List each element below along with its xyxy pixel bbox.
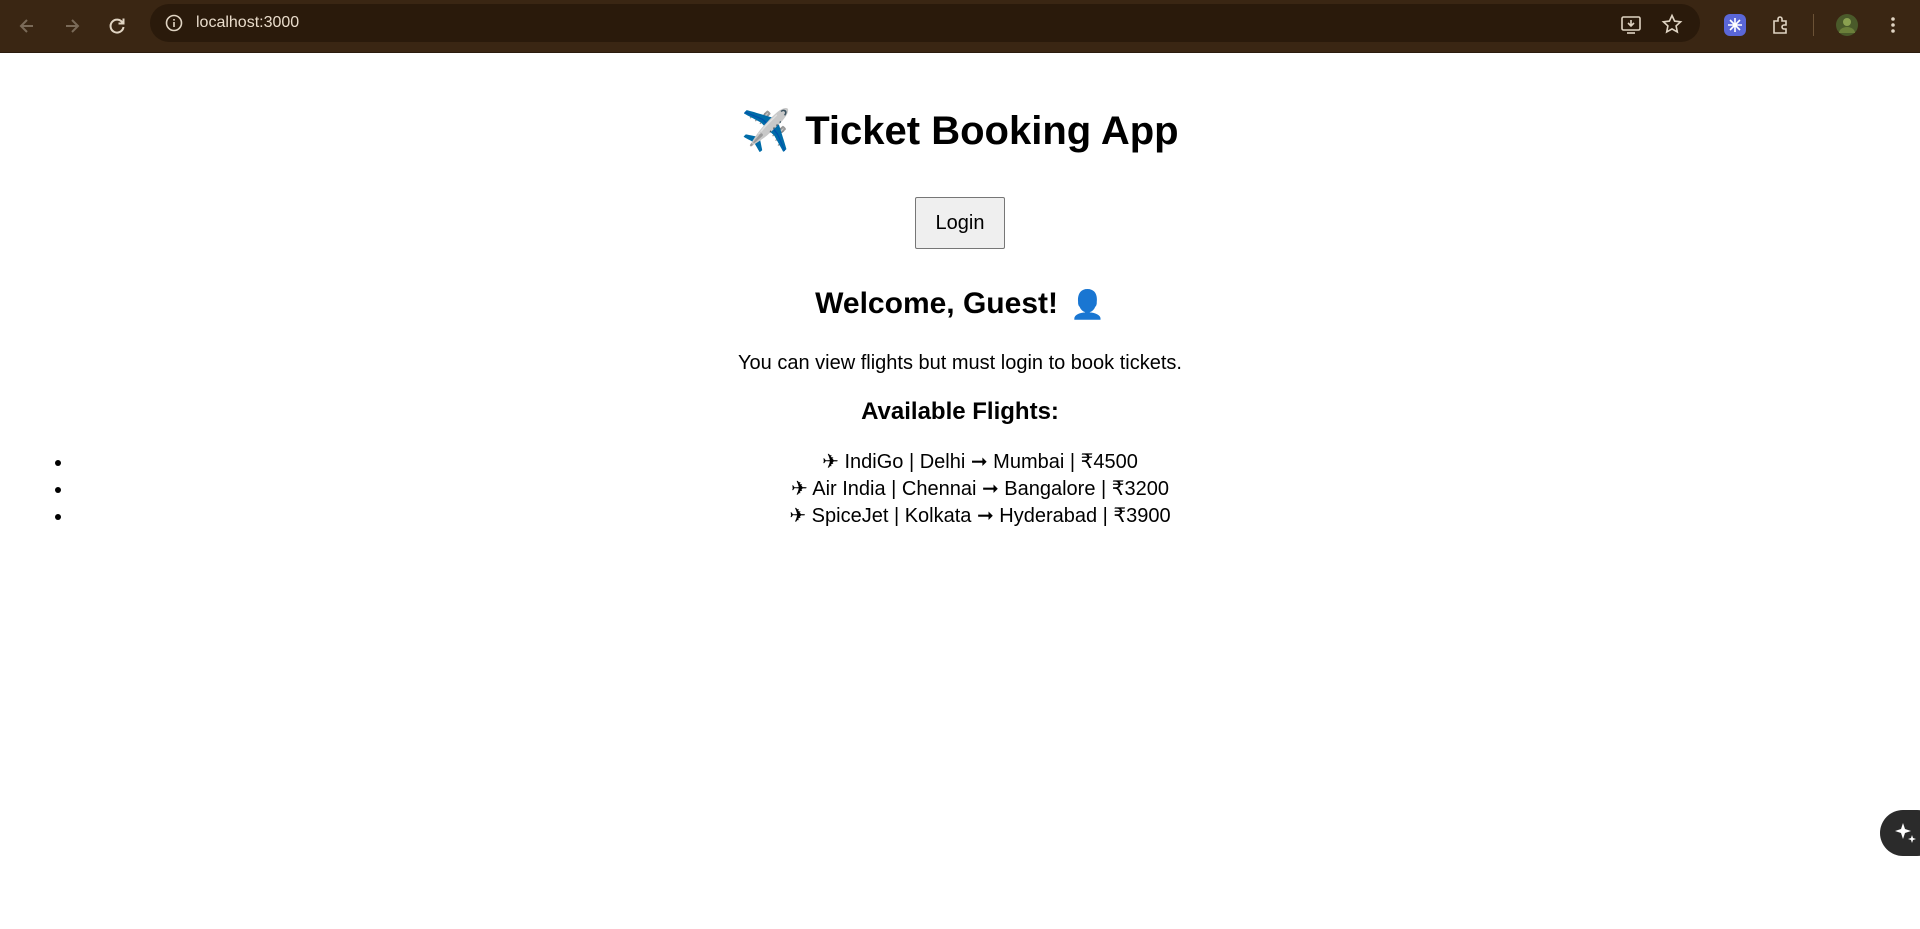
sparkle-icon	[1895, 823, 1916, 843]
profile-button[interactable]	[1834, 12, 1860, 38]
welcome-heading-row: Welcome, Guest! 👤	[0, 287, 1920, 321]
list-bullet	[55, 514, 61, 520]
avatar	[1836, 14, 1858, 36]
flight-item: ✈ SpiceJet | Kolkata ➞ Hyderabad | ₹3900	[0, 503, 1920, 530]
guest-info-text: You can view flights but must login to b…	[738, 352, 1182, 374]
airplane-icon: ✈️	[741, 109, 792, 153]
page-title: Ticket Booking App	[805, 108, 1179, 153]
site-info-button[interactable]	[160, 9, 188, 37]
kebab-menu-icon	[1891, 17, 1895, 33]
star-icon	[1661, 13, 1683, 34]
forward-button[interactable]	[55, 9, 89, 43]
flights-list: ✈ IndiGo | Delhi ➞ Mumbai | ₹4500 ✈ Air …	[0, 449, 1920, 530]
assistant-fab-button[interactable]	[1880, 810, 1920, 856]
flights-heading: Available Flights:	[861, 398, 1059, 425]
page-header: ✈️ Ticket Booking App	[0, 107, 1920, 154]
flight-text: ✈ SpiceJet | Kolkata ➞ Hyderabad | ₹3900	[789, 505, 1171, 527]
extension-icon	[1724, 14, 1746, 36]
install-app-button[interactable]	[1620, 13, 1642, 35]
list-bullet	[55, 487, 61, 493]
extension-button[interactable]	[1722, 12, 1748, 38]
bookmark-button[interactable]	[1661, 13, 1683, 35]
address-bar[interactable]: localhost:3000	[150, 4, 1700, 42]
site-info-icon	[165, 14, 183, 32]
puzzle-icon	[1773, 16, 1787, 34]
forward-arrow-icon	[66, 19, 80, 33]
flight-item: ✈ IndiGo | Delhi ➞ Mumbai | ₹4500	[0, 449, 1920, 476]
back-arrow-icon	[19, 19, 33, 33]
list-bullet	[55, 460, 61, 466]
flight-text: ✈ Air India | Chennai ➞ Bangalore | ₹320…	[791, 478, 1169, 500]
flight-item: ✈ Air India | Chennai ➞ Bangalore | ₹320…	[0, 476, 1920, 503]
install-app-icon	[1621, 16, 1641, 34]
extensions-menu-button[interactable]	[1768, 12, 1794, 38]
login-button[interactable]: Login	[915, 197, 1005, 249]
browser-menu-button[interactable]	[1880, 12, 1906, 38]
back-button[interactable]	[10, 9, 44, 43]
user-icon: 👤	[1069, 288, 1105, 320]
toolbar-divider	[1813, 14, 1814, 36]
reload-button[interactable]	[100, 9, 134, 43]
browser-toolbar: localhost:3000	[0, 0, 1920, 53]
url-text[interactable]: localhost:3000	[196, 14, 299, 32]
flight-text: ✈ IndiGo | Delhi ➞ Mumbai | ₹4500	[822, 451, 1138, 473]
reload-icon	[109, 18, 125, 34]
welcome-heading: Welcome, Guest!	[815, 287, 1058, 320]
